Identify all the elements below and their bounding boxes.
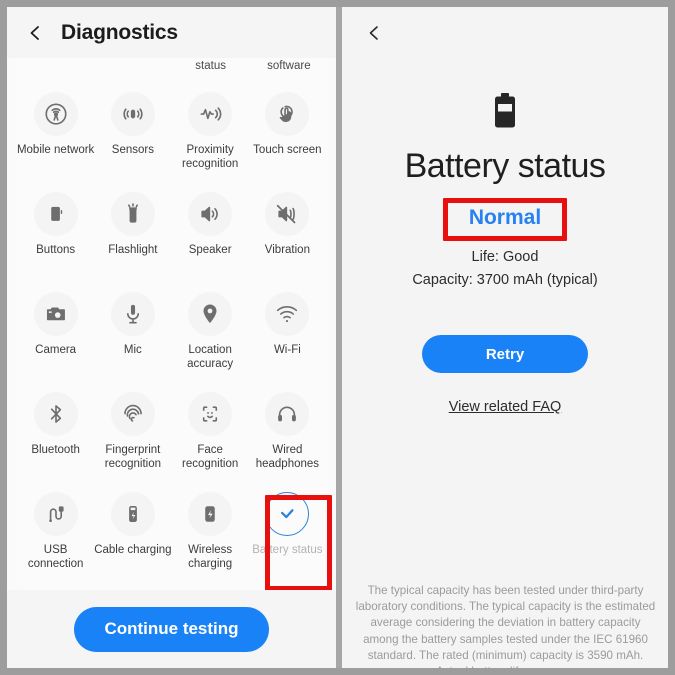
camera-icon: [33, 292, 78, 336]
check-circle-icon: [265, 492, 310, 536]
diagnostic-tile-usb-connection[interactable]: USB connection: [17, 483, 94, 583]
touch-screen-icon: [265, 92, 310, 136]
tile-label: Vibration: [264, 244, 310, 256]
cta-bar: Continue testing: [7, 590, 336, 668]
diagnostic-tile-camera[interactable]: Camera: [17, 283, 94, 383]
tile-label: Fingerprint recognition: [104, 444, 161, 470]
status-row: Normal: [342, 198, 668, 241]
tile-label: Wi-Fi: [273, 344, 301, 356]
detail-title: Battery status: [404, 147, 606, 185]
detail-app-bar: [342, 7, 668, 59]
diagnostic-tile-face-recognition[interactable]: Face recognition: [172, 383, 249, 483]
battery-icon: [492, 93, 518, 131]
sensors-icon: [110, 92, 155, 136]
usb-cable-icon: [33, 492, 78, 536]
tile-label: Mic: [123, 344, 142, 356]
speaker-icon: [188, 192, 233, 236]
diagnostic-tile-location-accuracy[interactable]: Location accuracy: [172, 283, 249, 383]
tile-label: Touch screen: [253, 144, 322, 156]
diagnostic-tile-vibration[interactable]: Vibration: [249, 183, 326, 283]
tile-label: Flashlight: [108, 244, 158, 256]
chevron-left-icon[interactable]: [25, 23, 45, 43]
tile-label: Face recognition: [181, 444, 239, 470]
continue-testing-button[interactable]: Continue testing: [74, 606, 269, 652]
page-title: Diagnostics: [61, 20, 178, 44]
proximity-recognition-icon: [188, 92, 233, 136]
diagnostic-tile-mic[interactable]: Mic: [94, 283, 171, 383]
battery-status-body: Battery status Normal Life: Good Capacit…: [342, 59, 668, 415]
diagnostic-tile-sensors[interactable]: Sensors: [94, 83, 171, 183]
diagnostics-screenshot: Diagnostics status software Mobile netwo…: [0, 0, 675, 675]
mobile-network-icon: [33, 92, 78, 136]
tile-label: Sensors: [111, 144, 154, 156]
diagnostics-scroll-area[interactable]: status software Mobile network Sensors Pro…: [15, 58, 328, 590]
mic-icon: [110, 292, 155, 336]
diagnostics-tile-grid: Mobile network Sensors Proximity recogniti…: [15, 83, 328, 583]
tile-label: Cable charging: [94, 544, 172, 556]
flashlight-icon: [110, 192, 155, 236]
diagnostic-tile-fingerprint-recognition[interactable]: Fingerprint recognition: [94, 383, 171, 483]
diagnostic-tile-battery-status[interactable]: Battery status: [249, 483, 326, 583]
view-related-faq-link[interactable]: View related FAQ: [449, 399, 562, 415]
status-badge: Normal: [468, 206, 542, 229]
clipped-label-3: status: [195, 60, 226, 72]
tile-label: Speaker: [188, 244, 232, 256]
tile-label: Battery status: [252, 544, 323, 556]
chevron-left-icon[interactable]: [364, 23, 384, 43]
diagnostic-tile-flashlight[interactable]: Flashlight: [94, 183, 171, 283]
cable-charging-icon: [110, 492, 155, 536]
tile-label: Buttons: [36, 244, 76, 256]
diagnostic-tile-proximity-recognition[interactable]: Proximity recognition: [172, 83, 249, 183]
retry-button[interactable]: Retry: [422, 335, 588, 373]
battery-disclaimer-text: The typical capacity has been tested und…: [355, 584, 656, 668]
wireless-charging-icon: [188, 492, 233, 536]
battery-capacity-value: Capacity: 3700 mAh (typical): [412, 272, 598, 288]
tile-label: Bluetooth: [31, 444, 80, 456]
diagnostic-tile-wi-fi[interactable]: Wi-Fi: [249, 283, 326, 383]
tile-label: Mobile network: [16, 144, 95, 156]
diagnostic-tile-bluetooth[interactable]: Bluetooth: [17, 383, 94, 483]
bluetooth-icon: [33, 392, 78, 436]
wifi-icon: [265, 292, 310, 336]
diagnostic-tile-buttons[interactable]: Buttons: [17, 183, 94, 283]
diagnostic-tile-speaker[interactable]: Speaker: [172, 183, 249, 283]
tile-label: Location accuracy: [187, 344, 234, 370]
headphones-icon: [265, 392, 310, 436]
clipped-label-4: software: [267, 60, 311, 72]
battery-status-panel: Battery status Normal Life: Good Capacit…: [342, 7, 668, 668]
diagnostic-tile-wireless-charging[interactable]: Wireless charging: [172, 483, 249, 583]
diagnostic-tile-cable-charging[interactable]: Cable charging: [94, 483, 172, 583]
location-pin-icon: [188, 292, 233, 336]
tile-label: Wired headphones: [255, 444, 320, 470]
clipped-label-2: [93, 59, 171, 83]
clipped-row-labels: status software: [15, 58, 328, 83]
face-recognition-icon: [188, 392, 233, 436]
diagnostic-tile-touch-screen[interactable]: Touch screen: [249, 83, 326, 183]
tile-label: Proximity recognition: [181, 144, 239, 170]
tile-label: USB connection: [27, 544, 84, 570]
buttons-icon: [33, 192, 78, 236]
diagnostic-tile-wired-headphones[interactable]: Wired headphones: [249, 383, 326, 483]
battery-life-value: Life: Good: [471, 249, 539, 265]
tile-label: Wireless charging: [188, 544, 233, 570]
clipped-label-1: [15, 59, 93, 83]
fingerprint-icon: [110, 392, 155, 436]
diagnostic-tile-mobile-network[interactable]: Mobile network: [17, 83, 94, 183]
app-bar: Diagnostics: [7, 7, 336, 58]
diagnostics-list-panel: Diagnostics status software Mobile netwo…: [7, 7, 336, 668]
vibration-icon: [265, 192, 310, 236]
tile-label: Camera: [35, 344, 77, 356]
